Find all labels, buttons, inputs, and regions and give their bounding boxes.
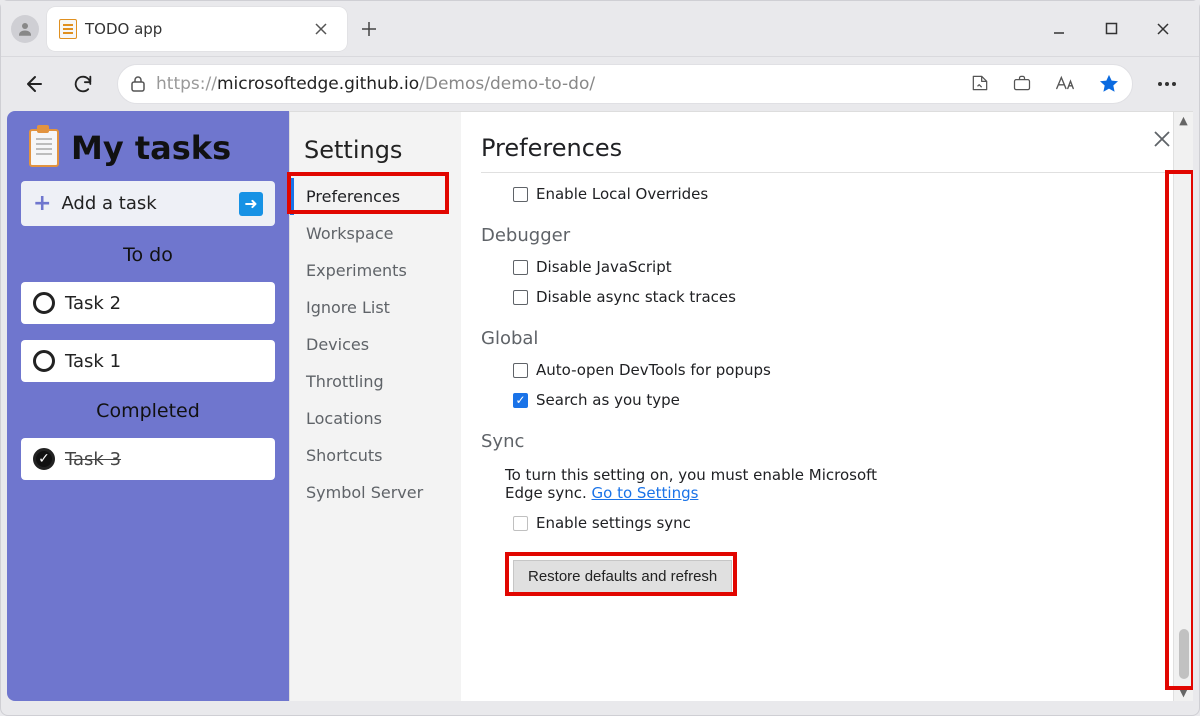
browser-tab-strip: TODO app <box>1 1 1199 57</box>
refresh-button[interactable] <box>67 68 99 100</box>
checkbox-enable-sync[interactable]: Enable settings sync <box>513 514 1165 532</box>
more-menu-button[interactable] <box>1151 81 1183 87</box>
sync-note: To turn this setting on, you must enable… <box>505 466 885 502</box>
content-row: My tasks + Add a task ➜ To do Task 2 Tas… <box>1 111 1199 707</box>
checkbox-checked-icon[interactable]: ✓ <box>513 393 528 408</box>
tab-title: TODO app <box>85 20 299 38</box>
maximize-button[interactable] <box>1097 15 1125 43</box>
text-size-icon[interactable] <box>1054 73 1076 95</box>
favorite-star-icon[interactable] <box>1098 73 1120 95</box>
close-window-button[interactable] <box>1149 15 1177 43</box>
settings-item-devices[interactable]: Devices <box>290 326 461 363</box>
task-item-completed[interactable]: ✓ Task 3 <box>21 438 275 480</box>
preferences-heading: Preferences <box>481 134 1165 173</box>
back-button[interactable] <box>17 68 49 100</box>
settings-item-symbol-server[interactable]: Symbol Server <box>290 474 461 511</box>
tab-close-icon[interactable] <box>307 15 335 43</box>
settings-item-throttling[interactable]: Throttling <box>290 363 461 400</box>
scroll-down-arrow-icon[interactable]: ▼ <box>1179 686 1187 699</box>
clipboard-icon <box>59 19 77 39</box>
scroll-up-arrow-icon[interactable]: ▲ <box>1179 114 1187 127</box>
settings-nav-pane: Settings Preferences Workspace Experimen… <box>289 111 461 701</box>
settings-item-preferences[interactable]: Preferences <box>290 178 461 215</box>
checkbox-search-as-type[interactable]: ✓ Search as you type <box>513 391 1165 409</box>
lock-icon <box>130 75 146 93</box>
clipboard-icon <box>29 129 59 167</box>
todo-section-label: To do <box>21 244 275 266</box>
settings-item-workspace[interactable]: Workspace <box>290 215 461 252</box>
task-label: Task 2 <box>65 293 121 314</box>
minimize-button[interactable] <box>1045 15 1073 43</box>
scrollbar[interactable]: ▲ ▼ <box>1173 112 1193 701</box>
task-label: Task 3 <box>65 449 121 470</box>
checkbox-disable-async[interactable]: Disable async stack traces <box>513 288 1165 306</box>
section-global: Global <box>481 328 1165 349</box>
preferences-pane: Preferences Enable Local Overrides Debug… <box>461 111 1193 701</box>
browser-tab[interactable]: TODO app <box>47 7 347 51</box>
edit-icon[interactable] <box>970 73 990 95</box>
go-to-settings-link[interactable]: Go to Settings <box>592 484 699 502</box>
section-debugger: Debugger <box>481 225 1165 246</box>
settings-item-locations[interactable]: Locations <box>290 400 461 437</box>
settings-item-experiments[interactable]: Experiments <box>290 252 461 289</box>
app-title: My tasks <box>21 129 275 167</box>
settings-item-ignore-list[interactable]: Ignore List <box>290 289 461 326</box>
window-controls <box>1045 15 1177 43</box>
checkbox-disabled-icon <box>513 516 528 531</box>
checkbox-icon[interactable] <box>513 363 528 378</box>
scroll-thumb[interactable] <box>1179 629 1189 679</box>
checkbox-disable-js[interactable]: Disable JavaScript <box>513 258 1165 276</box>
unchecked-circle-icon[interactable] <box>33 292 55 314</box>
checkbox-icon[interactable] <box>513 260 528 275</box>
address-bar-actions <box>970 73 1120 95</box>
profile-avatar[interactable] <box>11 15 39 43</box>
task-item[interactable]: Task 2 <box>21 282 275 324</box>
submit-task-icon[interactable]: ➜ <box>239 192 263 216</box>
restore-defaults-button[interactable]: Restore defaults and refresh <box>513 560 732 593</box>
task-label: Task 1 <box>65 351 121 372</box>
address-bar[interactable]: https://microsoftedge.github.io/Demos/de… <box>117 64 1133 104</box>
add-task-label: Add a task <box>61 193 156 214</box>
close-icon[interactable] <box>1153 130 1171 148</box>
completed-section-label: Completed <box>21 400 275 422</box>
checkbox-local-overrides[interactable]: Enable Local Overrides <box>513 185 1165 203</box>
checked-circle-icon[interactable]: ✓ <box>33 448 55 470</box>
app-sidebar: My tasks + Add a task ➜ To do Task 2 Tas… <box>7 111 289 701</box>
url-text: https://microsoftedge.github.io/Demos/de… <box>156 74 595 94</box>
unchecked-circle-icon[interactable] <box>33 350 55 372</box>
settings-title: Settings <box>290 136 461 178</box>
new-tab-button[interactable] <box>355 15 383 43</box>
checkbox-auto-open[interactable]: Auto-open DevTools for popups <box>513 361 1165 379</box>
section-sync: Sync <box>481 431 1165 452</box>
task-item[interactable]: Task 1 <box>21 340 275 382</box>
checkbox-icon[interactable] <box>513 290 528 305</box>
add-task-button[interactable]: + Add a task ➜ <box>21 181 275 226</box>
briefcase-icon[interactable] <box>1012 73 1032 95</box>
address-bar-row: https://microsoftedge.github.io/Demos/de… <box>1 57 1199 111</box>
checkbox-icon[interactable] <box>513 187 528 202</box>
plus-icon: + <box>33 191 51 216</box>
settings-item-shortcuts[interactable]: Shortcuts <box>290 437 461 474</box>
